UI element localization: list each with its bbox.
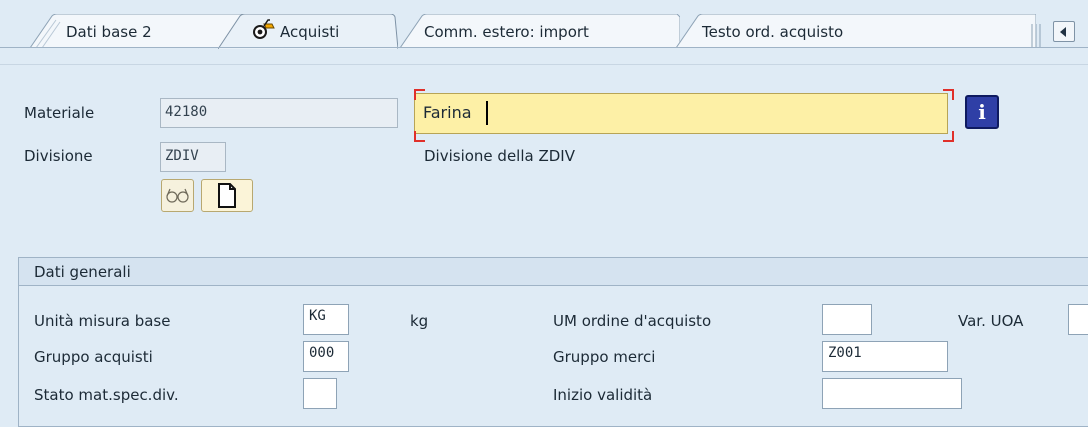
text-cursor: [486, 101, 488, 125]
material-group-label: Gruppo merci: [553, 348, 656, 366]
purch-group-field[interactable]: 000: [303, 341, 349, 372]
valid-from-field[interactable]: [822, 378, 962, 409]
tab-testo-ord-acquisto[interactable]: Testo ord. acquisto: [676, 14, 1036, 48]
base-uom-label: Unità misura base: [34, 312, 171, 330]
material-group-field[interactable]: Z001: [822, 341, 948, 372]
focus-corner-tl: [414, 89, 425, 100]
chevron-left-icon: [1060, 27, 1066, 37]
tab-dati-base-2[interactable]: Dati base 2: [30, 14, 245, 48]
new-document-button[interactable]: [201, 179, 253, 212]
plant-status-field[interactable]: [303, 378, 337, 409]
purch-group-label: Gruppo acquisti: [34, 348, 153, 366]
plant-status-label: Stato mat.spec.div.: [34, 386, 179, 404]
base-uom-text: kg: [410, 312, 429, 330]
general-data-title: Dati generali: [34, 263, 131, 281]
focus-corner-tr: [943, 89, 954, 100]
tab-scroll-left-button[interactable]: [1053, 21, 1075, 42]
display-button[interactable]: [161, 179, 194, 212]
info-button[interactable]: i: [965, 95, 999, 129]
tab-label: Dati base 2: [66, 23, 152, 41]
material-label: Materiale: [24, 104, 95, 122]
tab-label: Comm. estero: import: [424, 23, 589, 41]
focus-corner-br: [943, 131, 954, 142]
valid-from-label: Inizio validità: [553, 386, 653, 404]
general-data-header: [18, 257, 1088, 286]
info-icon: i: [978, 100, 986, 124]
tab-acquisti[interactable]: Acquisti: [218, 14, 398, 49]
toolbar-divider: [0, 64, 1088, 65]
order-uom-label: UM ordine d'acquisto: [553, 312, 712, 330]
var-uoa-field[interactable]: [1068, 304, 1088, 335]
tab-comm-estero-import[interactable]: Comm. estero: import: [400, 14, 680, 48]
tab-label: Acquisti: [280, 23, 340, 41]
tab-strip-divider: [0, 47, 1088, 48]
focus-corner-bl: [414, 131, 425, 142]
material-field[interactable]: 42180: [160, 98, 398, 128]
var-uoa-label: Var. UOA: [958, 312, 1024, 330]
glasses-icon: [166, 188, 189, 203]
document-icon: [218, 183, 236, 208]
tab-overflow-gripper: [1030, 20, 1044, 48]
base-uom-field[interactable]: KG: [303, 304, 349, 335]
plant-field[interactable]: ZDIV: [160, 142, 226, 172]
order-uom-field[interactable]: [822, 304, 872, 335]
plant-label: Divisione: [24, 147, 93, 165]
plant-description: Divisione della ZDIV: [424, 147, 575, 165]
tab-label: Testo ord. acquisto: [702, 23, 844, 41]
material-description-field[interactable]: Farina: [414, 93, 948, 134]
glasses-icon: [252, 18, 276, 42]
